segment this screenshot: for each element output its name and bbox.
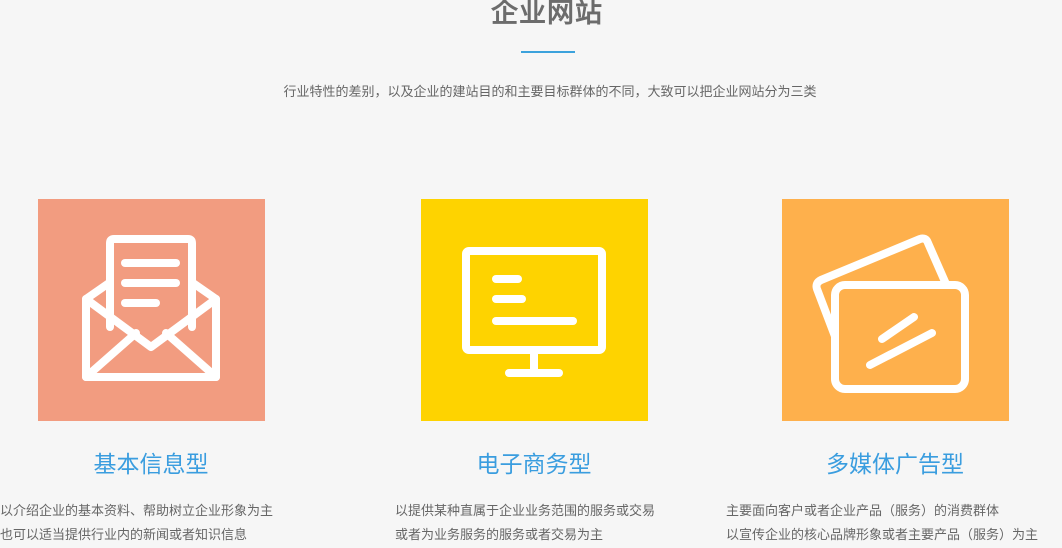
section-subtitle: 行业特性的差别，以及企业的建站目的和主要目标群体的不同，大致可以把企业网站分为三…: [283, 85, 817, 100]
envelope-letter-icon: [38, 199, 265, 421]
card-desc-line: 主要面向客户或者企业产品（服务）的消费群体: [726, 504, 1000, 519]
card-desc-line: 以提供某种直属于企业业务范围的服务或交易: [395, 504, 656, 519]
card-desc-line: 或者为业务服务的服务或者交易为主: [395, 528, 604, 543]
card-desc-line: 也可以适当提供行业内的新闻或者知识信息: [0, 528, 248, 543]
card-desc-line: 以介绍企业的基本资料、帮助树立企业形象为主: [0, 504, 274, 519]
title-underline: [521, 51, 575, 53]
card-desc-ecommerce: 以提供某种直属于企业业务范围的服务或交易 或者为业务服务的服务或者交易为主: [395, 500, 655, 548]
card-desc-line: 以宣传企业的核心品牌形象或者主要产品（服务）为主: [726, 528, 1039, 543]
card-title-multimedia-ad: 多媒体广告型: [826, 452, 964, 478]
cards-icon: [782, 199, 1009, 421]
card-title-ecommerce: 电子商务型: [476, 452, 592, 478]
card-desc-basic-info: 以介绍企业的基本资料、帮助树立企业形象为主 也可以适当提供行业内的新闻或者知识信…: [0, 500, 273, 548]
card-title-basic-info: 基本信息型: [93, 452, 209, 478]
card-desc-multimedia-ad: 主要面向客户或者企业产品（服务）的消费群体 以宣传企业的核心品牌形象或者主要产品…: [726, 500, 1038, 548]
section-title: 企业网站: [491, 0, 603, 29]
monitor-icon: [421, 199, 648, 421]
